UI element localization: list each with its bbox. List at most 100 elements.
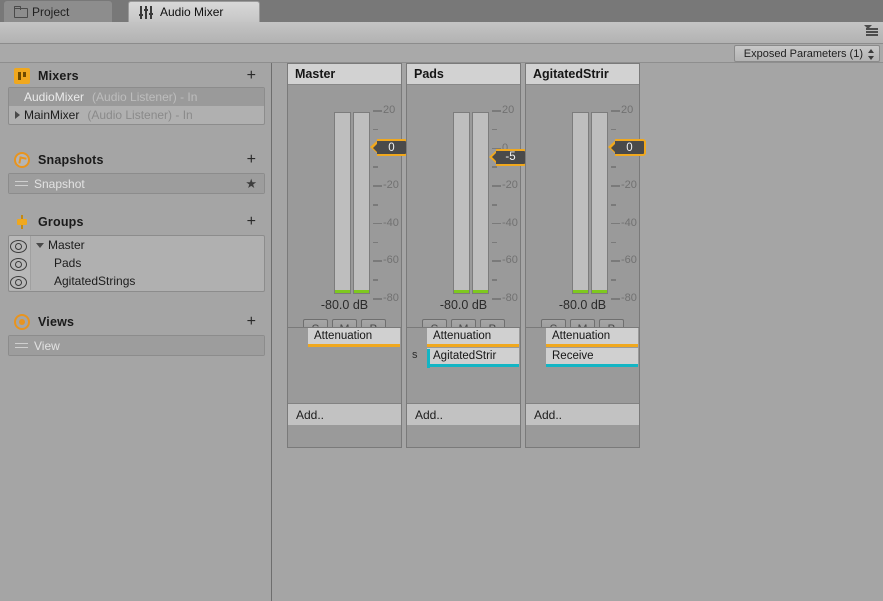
scale-tick bbox=[611, 222, 620, 225]
add-mixer-button[interactable]: + bbox=[247, 67, 256, 85]
table-row[interactable]: AgitatedStrings bbox=[9, 272, 264, 290]
drag-handle-icon[interactable] bbox=[15, 342, 28, 350]
views-icon bbox=[14, 314, 30, 330]
list-item[interactable]: AudioMixer (Audio Listener) - In bbox=[9, 88, 264, 106]
scale-tick bbox=[492, 166, 497, 168]
effect-level-bar[interactable] bbox=[427, 364, 519, 367]
scale-tick bbox=[492, 241, 497, 244]
add-group-button[interactable]: + bbox=[247, 213, 256, 231]
db-readout: -80.0 dB bbox=[439, 298, 488, 312]
view-name: View bbox=[34, 338, 60, 353]
groups-list: Master Pads AgitatedStrings bbox=[8, 235, 265, 292]
vu-meter bbox=[472, 112, 489, 294]
snapshot-name: Snapshot bbox=[34, 176, 85, 191]
scale-label: 20 bbox=[502, 104, 515, 116]
exposed-parameters-button[interactable]: Exposed Parameters (1) bbox=[733, 45, 880, 62]
mixer-detail: (Audio Listener) - In bbox=[92, 90, 198, 104]
send-indicator-label: s bbox=[412, 349, 418, 361]
scale-tick bbox=[611, 279, 616, 281]
scale-label: 20 bbox=[621, 104, 634, 116]
visibility-toggle[interactable] bbox=[9, 272, 31, 290]
scale-tick bbox=[611, 128, 616, 131]
add-snapshot-button[interactable]: + bbox=[247, 151, 256, 169]
eye-icon bbox=[10, 275, 27, 289]
effect-name[interactable]: AgitatedStrir bbox=[427, 348, 519, 364]
scale-label: -20 bbox=[383, 179, 399, 192]
snapshots-list: Snapshot ★ bbox=[8, 173, 265, 194]
scale-tick bbox=[373, 166, 378, 168]
table-row[interactable]: Pads bbox=[9, 254, 264, 272]
scale-tick bbox=[492, 222, 501, 225]
db-readout: -80.0 dB bbox=[320, 298, 369, 312]
table-row[interactable]: Master bbox=[9, 236, 264, 254]
scale-label: -40 bbox=[502, 216, 518, 229]
effect-row[interactable]: Attenuation bbox=[427, 328, 519, 348]
scale-tick bbox=[492, 260, 501, 262]
effect-row[interactable]: Attenuation bbox=[308, 328, 400, 348]
folder-icon bbox=[14, 6, 28, 18]
strip-title[interactable]: AgitatedStrir bbox=[526, 64, 639, 85]
strip-title[interactable]: Master bbox=[288, 64, 401, 85]
scale-tick bbox=[611, 166, 616, 168]
mixer-detail: (Audio Listener) - In bbox=[87, 108, 193, 122]
hamburger-menu-icon[interactable] bbox=[864, 25, 879, 38]
scale-tick bbox=[373, 241, 378, 244]
scale-tick bbox=[611, 185, 620, 187]
section-header-snapshots: Snapshots + bbox=[0, 149, 272, 171]
audio-mixer-window: Project Audio Mixer Exposed Parameters (… bbox=[0, 0, 883, 601]
effects-list: Attenuation Add.. bbox=[288, 327, 401, 425]
send-indicator-icon bbox=[427, 349, 430, 368]
effect-row[interactable]: Attenuation bbox=[546, 328, 638, 348]
eye-icon bbox=[10, 239, 27, 253]
mixers-icon bbox=[14, 68, 30, 84]
vu-meter bbox=[453, 112, 470, 294]
mixer-name: AudioMixer bbox=[24, 90, 85, 104]
section-title-mixers: Mixers bbox=[38, 69, 79, 83]
section-header-mixers: Mixers + bbox=[0, 65, 272, 87]
section-header-groups: Groups + bbox=[0, 211, 272, 233]
effect-level-bar[interactable] bbox=[546, 344, 638, 347]
audio-mixer-icon bbox=[139, 5, 155, 19]
strip-title[interactable]: Pads bbox=[407, 64, 520, 85]
scale-tick bbox=[492, 110, 501, 112]
effect-level-bar[interactable] bbox=[308, 344, 400, 347]
add-view-button[interactable]: + bbox=[247, 313, 256, 331]
vu-meter bbox=[572, 112, 589, 294]
tab-audio-mixer[interactable]: Audio Mixer bbox=[128, 1, 260, 22]
mixer-strip: Master200-20-40-60-800-80.0 dBSMBAttenua… bbox=[287, 63, 408, 448]
strip-body: 200-20-40-60-800-80.0 dBSMB bbox=[526, 85, 646, 338]
effect-name[interactable]: Attenuation bbox=[546, 328, 638, 344]
effect-level-bar[interactable] bbox=[427, 344, 519, 347]
scale-tick bbox=[492, 204, 497, 206]
list-item[interactable]: MainMixer (Audio Listener) - In bbox=[9, 106, 264, 124]
chevron-right-icon[interactable] bbox=[15, 111, 20, 119]
effect-name[interactable]: Receive bbox=[546, 348, 638, 364]
scale-tick bbox=[611, 110, 620, 112]
add-effect-button[interactable]: Add.. bbox=[526, 403, 639, 425]
scale-tick bbox=[373, 279, 378, 281]
add-effect-button[interactable]: Add.. bbox=[407, 403, 520, 425]
effect-name[interactable]: Attenuation bbox=[427, 328, 519, 344]
vu-meter-level bbox=[454, 290, 469, 293]
exposed-parameters-bar: Exposed Parameters (1) bbox=[0, 44, 883, 63]
drag-handle-icon[interactable] bbox=[15, 180, 28, 188]
effect-level-bar[interactable] bbox=[546, 364, 638, 367]
add-effect-button[interactable]: Add.. bbox=[288, 403, 401, 425]
list-item[interactable]: View bbox=[9, 336, 264, 355]
visibility-toggle[interactable] bbox=[9, 236, 31, 254]
vu-meter-level bbox=[354, 290, 369, 293]
visibility-toggle[interactable] bbox=[9, 254, 31, 272]
effect-row[interactable]: Receive bbox=[546, 348, 638, 368]
section-title-snapshots: Snapshots bbox=[38, 153, 104, 167]
effect-name[interactable]: Attenuation bbox=[308, 328, 400, 344]
mixer-strips-area: Master200-20-40-60-800-80.0 dBSMBAttenua… bbox=[273, 63, 883, 601]
tab-project[interactable]: Project bbox=[4, 1, 112, 22]
fader-value: 0 bbox=[377, 139, 408, 157]
group-name: Master bbox=[48, 238, 85, 252]
chevron-down-icon[interactable] bbox=[36, 242, 44, 248]
scale-tick bbox=[492, 185, 501, 187]
list-item[interactable]: Snapshot ★ bbox=[9, 174, 264, 193]
effect-row[interactable]: s AgitatedStrir bbox=[412, 348, 519, 368]
star-icon[interactable]: ★ bbox=[245, 177, 257, 190]
scale-label: -40 bbox=[383, 216, 399, 229]
